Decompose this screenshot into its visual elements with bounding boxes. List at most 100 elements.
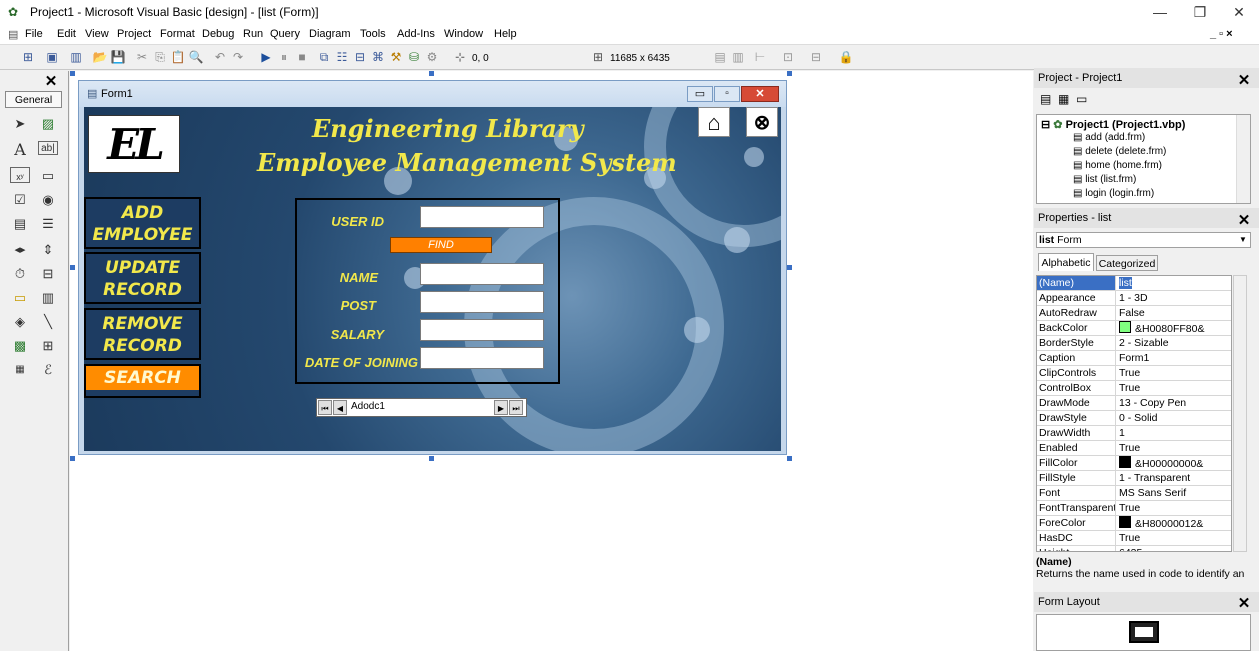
move-previous-icon[interactable]: ◀ — [333, 400, 347, 415]
property-row[interactable]: AutoRedraw False — [1037, 306, 1231, 321]
property-row[interactable]: DrawStyle 0 - Solid — [1037, 411, 1231, 426]
save-project-icon[interactable]: 💾 — [110, 49, 126, 65]
tab-categorized[interactable]: Categorized — [1096, 255, 1158, 271]
ole-icon[interactable]: ▦ — [10, 361, 30, 379]
view-code-icon[interactable]: ▤ — [1040, 92, 1051, 106]
find-button[interactable]: FIND — [390, 237, 492, 253]
toggle-folders-icon[interactable]: ▭ — [1076, 92, 1087, 106]
collapse-icon[interactable]: ⊟ — [1041, 119, 1050, 131]
maximize-button[interactable]: ❐ — [1180, 3, 1220, 21]
paste-icon[interactable]: 📋 — [170, 49, 186, 65]
optionbutton-icon[interactable]: ◉ — [38, 191, 58, 209]
end-icon[interactable]: ■ — [294, 49, 310, 65]
property-value[interactable]: 1 - 3D — [1119, 291, 1231, 305]
property-row[interactable]: Appearance 1 - 3D — [1037, 291, 1231, 306]
adodc-icon[interactable]: ℰ — [38, 361, 58, 379]
property-row[interactable]: DrawMode 13 - Copy Pen — [1037, 396, 1231, 411]
align-icon[interactable]: ▤ — [712, 49, 728, 65]
property-row[interactable]: FontTransparent True — [1037, 501, 1231, 516]
break-icon[interactable]: ⏸ — [276, 49, 292, 65]
menu-query[interactable]: Query — [270, 28, 300, 40]
filelistbox-icon[interactable]: ▥ — [38, 289, 58, 307]
menu-add-ins[interactable]: Add-Ins — [397, 28, 435, 40]
dirlistbox-icon[interactable]: ▭ — [10, 289, 30, 307]
checkbox-icon[interactable]: ☑ — [10, 191, 30, 209]
close-circle-icon[interactable]: ⊗ — [746, 107, 778, 137]
menu-edit[interactable]: Edit — [57, 28, 76, 40]
form-minimize-button[interactable]: ▭ — [687, 86, 713, 102]
resize-handle[interactable] — [787, 71, 792, 76]
menu-tools[interactable]: Tools — [360, 28, 386, 40]
property-row[interactable]: (Name) list — [1037, 276, 1231, 291]
properties-panel-close-icon[interactable]: ✕ — [1237, 212, 1251, 230]
menu-format[interactable]: Format — [160, 28, 195, 40]
find-icon[interactable]: 🔍 — [188, 49, 204, 65]
line-icon[interactable]: ╲ — [38, 313, 58, 331]
adodc-control[interactable]: ⏮ ◀ Adodc1 ▶ ⏭ — [316, 398, 527, 417]
property-value[interactable]: &H80000012& — [1119, 516, 1231, 530]
form-layout-preview[interactable] — [1036, 614, 1251, 651]
property-value[interactable]: True — [1119, 366, 1231, 380]
resize-handle[interactable] — [70, 456, 75, 461]
post-input[interactable] — [420, 291, 544, 313]
menu-project[interactable]: Project — [117, 28, 151, 40]
mdi-child-controls[interactable]: _ ▫ × — [1210, 28, 1233, 40]
project-panel-close-icon[interactable]: ✕ — [1237, 72, 1251, 90]
form-maximize-button[interactable]: ▫ — [714, 86, 740, 102]
project-tree-item[interactable]: ▤ list (list.frm) — [1073, 174, 1136, 185]
property-row[interactable]: Caption Form1 — [1037, 351, 1231, 366]
image-icon[interactable]: ▩ — [10, 337, 30, 355]
project-tree-scrollbar[interactable] — [1236, 115, 1250, 203]
user-id-input[interactable] — [420, 206, 544, 228]
form-close-button[interactable]: ✕ — [741, 86, 779, 102]
redo-icon[interactable]: ↷ — [230, 49, 246, 65]
form-layout-close-icon[interactable]: ✕ — [1237, 595, 1251, 613]
textbox-icon[interactable]: ab| — [38, 141, 58, 155]
align-left-icon[interactable]: ⊢ — [752, 49, 768, 65]
home-icon[interactable]: ⌂ — [698, 107, 730, 137]
data-icon[interactable]: ⊞ — [38, 337, 58, 355]
property-value[interactable]: 13 - Copy Pen — [1119, 396, 1231, 410]
project-explorer-icon[interactable]: ⧉ — [316, 49, 332, 65]
add-form-icon[interactable]: ▣ — [44, 49, 60, 65]
label-icon[interactable]: A — [10, 141, 30, 159]
property-row[interactable]: ClipControls True — [1037, 366, 1231, 381]
update-record-button[interactable]: UPDATE RECORD — [84, 252, 201, 304]
project-tree-item[interactable]: ▤ home (home.frm) — [1073, 160, 1162, 171]
start-icon[interactable]: ▶ — [258, 49, 274, 65]
property-value[interactable]: True — [1119, 441, 1231, 455]
move-last-icon[interactable]: ⏭ — [509, 400, 523, 415]
property-value[interactable]: MS Sans Serif — [1119, 486, 1231, 500]
minimize-button[interactable]: — — [1140, 3, 1180, 21]
name-input[interactable] — [420, 263, 544, 285]
property-row[interactable]: Font MS Sans Serif — [1037, 486, 1231, 501]
property-value[interactable]: True — [1119, 531, 1231, 545]
resize-handle[interactable] — [429, 71, 434, 76]
object-browser-icon[interactable]: ⌘ — [370, 49, 386, 65]
frame-icon[interactable]: xʸ — [10, 167, 30, 183]
property-row[interactable]: Height6435 — [1037, 546, 1231, 551]
remove-record-button[interactable]: REMOVE RECORD — [84, 308, 201, 360]
toolbox-close-icon[interactable]: ✕ — [44, 73, 58, 91]
property-value[interactable]: 2 - Sizable — [1119, 336, 1231, 350]
shape-icon[interactable]: ◈ — [10, 313, 30, 331]
project-tree-item[interactable]: ▤ delete (delete.frm) — [1073, 146, 1166, 157]
property-value[interactable]: True — [1119, 381, 1231, 395]
copy-icon[interactable]: ⎘ — [152, 49, 168, 65]
date-of-joining-input[interactable] — [420, 347, 544, 369]
make-same-size-icon[interactable]: ⊡ — [780, 49, 796, 65]
cut-icon[interactable]: ✂ — [134, 49, 150, 65]
project-tree-root[interactable]: ⊟ ✿ Project1 (Project1.vbp) — [1041, 118, 1185, 131]
property-value[interactable]: 1 — [1119, 426, 1231, 440]
form-layout-icon[interactable]: ⊟ — [352, 49, 368, 65]
timer-icon[interactable]: ⏱ — [10, 265, 30, 283]
menu-window[interactable]: Window — [444, 28, 483, 40]
drivelistbox-icon[interactable]: ⊟ — [38, 265, 58, 283]
property-value[interactable]: 0 - Solid — [1119, 411, 1231, 425]
add-employee-button[interactable]: ADD EMPLOYEE — [84, 197, 201, 249]
chevron-down-icon[interactable]: ▼ — [1236, 233, 1250, 247]
listbox-icon[interactable]: ☰ — [38, 215, 58, 233]
resize-handle[interactable] — [787, 456, 792, 461]
move-next-icon[interactable]: ▶ — [494, 400, 508, 415]
menu-run[interactable]: Run — [243, 28, 263, 40]
